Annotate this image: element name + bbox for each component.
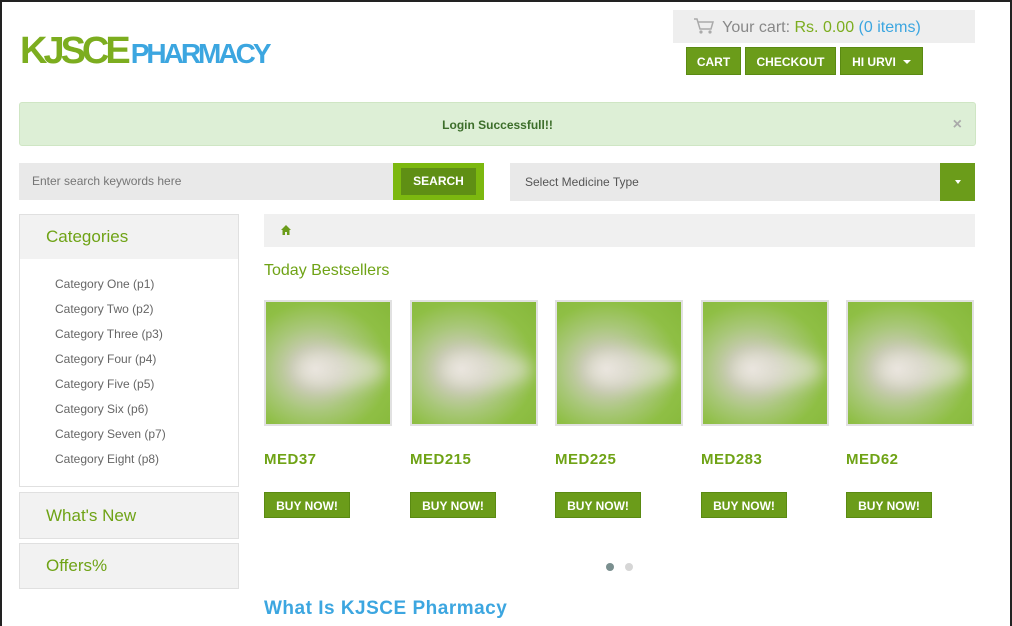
product-card: MED283 BUY NOW! <box>701 300 829 518</box>
product-image[interactable] <box>410 300 538 426</box>
categories-title: Categories <box>46 227 129 246</box>
checkout-button[interactable]: CHECKOUT <box>745 47 836 75</box>
product-image[interactable] <box>846 300 974 426</box>
product-image[interactable] <box>701 300 829 426</box>
cart-summary[interactable]: Your cart: Rs. 0.00 (0 items) <box>673 10 975 43</box>
buy-now-button[interactable]: BUY NOW! <box>410 492 496 518</box>
buy-now-button[interactable]: BUY NOW! <box>264 492 350 518</box>
buy-now-button[interactable]: BUY NOW! <box>846 492 932 518</box>
site-logo[interactable]: KJSCE PHARMACY <box>20 30 272 72</box>
product-card: MED225 BUY NOW! <box>555 300 683 518</box>
product-name[interactable]: MED215 <box>410 451 471 468</box>
offers-panel[interactable]: Offers% <box>19 543 239 589</box>
category-link[interactable]: Category Eight (p8) <box>55 452 159 466</box>
logo-text-pharmacy: PHARMACY <box>130 38 272 69</box>
whats-new-panel[interactable]: What's New <box>19 492 239 539</box>
shopping-cart-icon <box>694 18 714 34</box>
login-success-alert: Login Successfull!! × <box>19 102 976 146</box>
medicine-type-selected: Select Medicine Type <box>525 175 639 189</box>
category-list: Category One (p1) Category Two (p2) Cate… <box>19 259 239 487</box>
carousel-dot-active[interactable] <box>606 563 614 571</box>
product-name[interactable]: MED225 <box>555 451 616 468</box>
breadcrumb <box>264 214 975 247</box>
carousel-dot[interactable] <box>625 563 633 571</box>
alert-message: Login Successfull!! <box>442 118 553 132</box>
whats-new-title: What's New <box>46 506 137 525</box>
product-card: MED62 BUY NOW! <box>846 300 974 518</box>
category-link[interactable]: Category Five (p5) <box>55 377 154 391</box>
cart-button[interactable]: CART <box>686 47 741 75</box>
home-icon[interactable] <box>280 224 292 236</box>
offers-title: Offers% <box>46 556 108 575</box>
cart-amount: Rs. 0.00 <box>794 19 855 36</box>
product-card: MED37 BUY NOW! <box>264 300 392 518</box>
about-heading: What Is KJSCE Pharmacy <box>264 598 508 619</box>
cart-items-count[interactable]: (0 items) <box>859 19 921 36</box>
cart-label: Your cart: <box>722 19 791 36</box>
chevron-down-icon <box>902 60 911 64</box>
category-link[interactable]: Category Six (p6) <box>55 402 148 416</box>
cart-button-label: CART <box>696 55 731 69</box>
product-image[interactable] <box>264 300 392 426</box>
chevron-down-icon <box>955 180 961 184</box>
categories-panel-header: Categories <box>19 214 239 260</box>
product-name[interactable]: MED283 <box>701 451 762 468</box>
user-menu-button[interactable]: HI URVI <box>840 47 923 75</box>
category-link[interactable]: Category Seven (p7) <box>55 427 166 441</box>
medicine-type-select[interactable]: Select Medicine Type <box>510 163 975 201</box>
search-button[interactable]: SEARCH <box>393 163 484 200</box>
product-card: MED215 BUY NOW! <box>410 300 538 518</box>
category-link[interactable]: Category One (p1) <box>55 277 154 291</box>
product-image[interactable] <box>555 300 683 426</box>
category-link[interactable]: Category Two (p2) <box>55 302 154 316</box>
category-link[interactable]: Category Four (p4) <box>55 352 156 366</box>
checkout-button-label: CHECKOUT <box>756 55 825 69</box>
dropdown-toggle[interactable] <box>940 163 975 201</box>
product-name[interactable]: MED37 <box>264 451 317 468</box>
user-menu-label: HI URVI <box>852 55 896 69</box>
close-icon[interactable]: × <box>953 103 962 147</box>
buy-now-button[interactable]: BUY NOW! <box>701 492 787 518</box>
search-button-label: SEARCH <box>401 168 476 195</box>
logo-text-kjsce: KJSCE <box>20 30 131 72</box>
bestsellers-title: Today Bestsellers <box>264 262 390 279</box>
category-link[interactable]: Category Three (p3) <box>55 327 163 341</box>
product-name[interactable]: MED62 <box>846 451 899 468</box>
search-input[interactable] <box>19 163 394 200</box>
buy-now-button[interactable]: BUY NOW! <box>555 492 641 518</box>
